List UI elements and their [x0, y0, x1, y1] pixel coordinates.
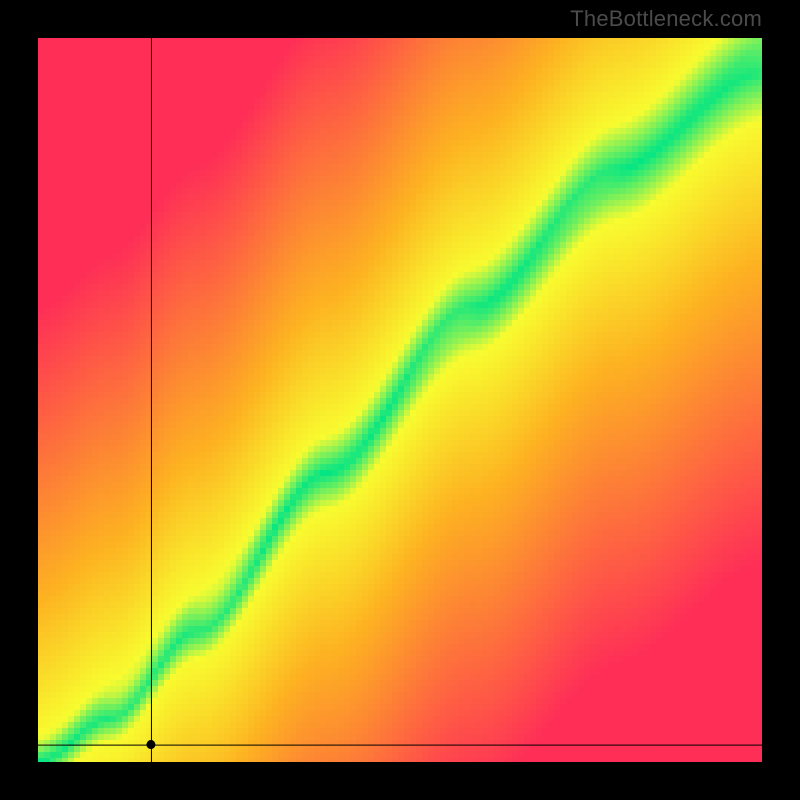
outer-black-frame: TheBottleneck.com	[0, 0, 800, 800]
watermark-text: TheBottleneck.com	[570, 6, 762, 32]
bottleneck-heatmap	[38, 38, 762, 762]
